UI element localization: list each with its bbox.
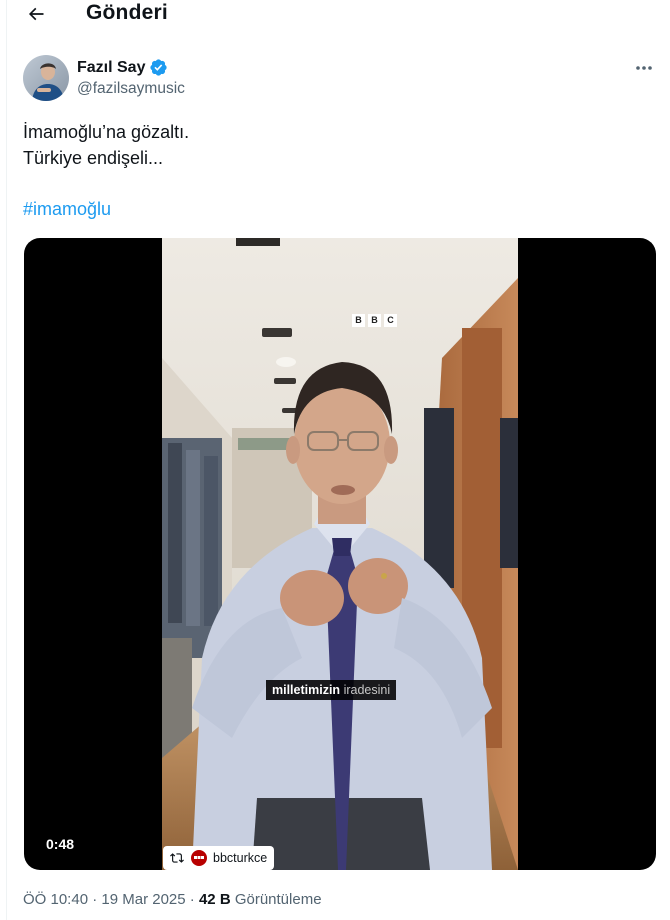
video-player[interactable]: BBC milletimizin iradesini 0:48 bbcturkc… (24, 238, 656, 870)
tweet-time[interactable]: ÖÖ 10:40 (23, 891, 88, 908)
subtitle-bold-text: milletimizin (272, 683, 341, 697)
back-button[interactable] (22, 0, 50, 28)
meta-separator: · (189, 891, 195, 908)
tweet-date[interactable]: 19 Mar 2025 (101, 891, 185, 908)
video-duration: 0:48 (46, 836, 75, 852)
more-options-button[interactable] (630, 58, 658, 78)
avatar[interactable] (23, 55, 69, 101)
column-divider (6, 0, 7, 920)
video-thumbnail (162, 238, 518, 870)
verified-badge-icon (150, 59, 168, 76)
more-horizontal-icon (636, 66, 652, 70)
video-subtitle: milletimizin iradesini (266, 680, 397, 700)
bbc-news-avatar-icon (191, 850, 207, 866)
hashtag-link[interactable]: #imamoğlu (23, 199, 111, 220)
video-frame: BBC (162, 238, 518, 870)
author-handle[interactable]: @fazilsaymusic (77, 80, 185, 98)
tweet-text-line-2: Türkiye endişeli... (23, 148, 164, 168)
author-name-row: Fazıl Say (77, 58, 168, 77)
author-name[interactable]: Fazıl Say (77, 59, 145, 77)
tweet-meta: ÖÖ 10:40 · 19 Mar 2025 · 42 B Görüntülem… (23, 891, 322, 908)
tweet-text-line-1: İmamoğlu’na gözaltı. (23, 122, 190, 142)
subtitle-text: iradesini (343, 683, 391, 697)
page-header: Gönderi (0, 0, 670, 32)
repost-icon (170, 853, 184, 863)
arrow-left-icon (28, 7, 44, 21)
source-account-name: bbcturkce (213, 851, 268, 865)
page-title: Gönderi (86, 1, 168, 24)
retweeted-from-chip[interactable]: bbcturkce (163, 846, 275, 870)
meta-separator: · (92, 891, 98, 908)
views-count: 42 B (198, 891, 231, 908)
views-label: Görüntüleme (234, 891, 322, 908)
bbc-watermark-logo: BBC (352, 314, 397, 327)
